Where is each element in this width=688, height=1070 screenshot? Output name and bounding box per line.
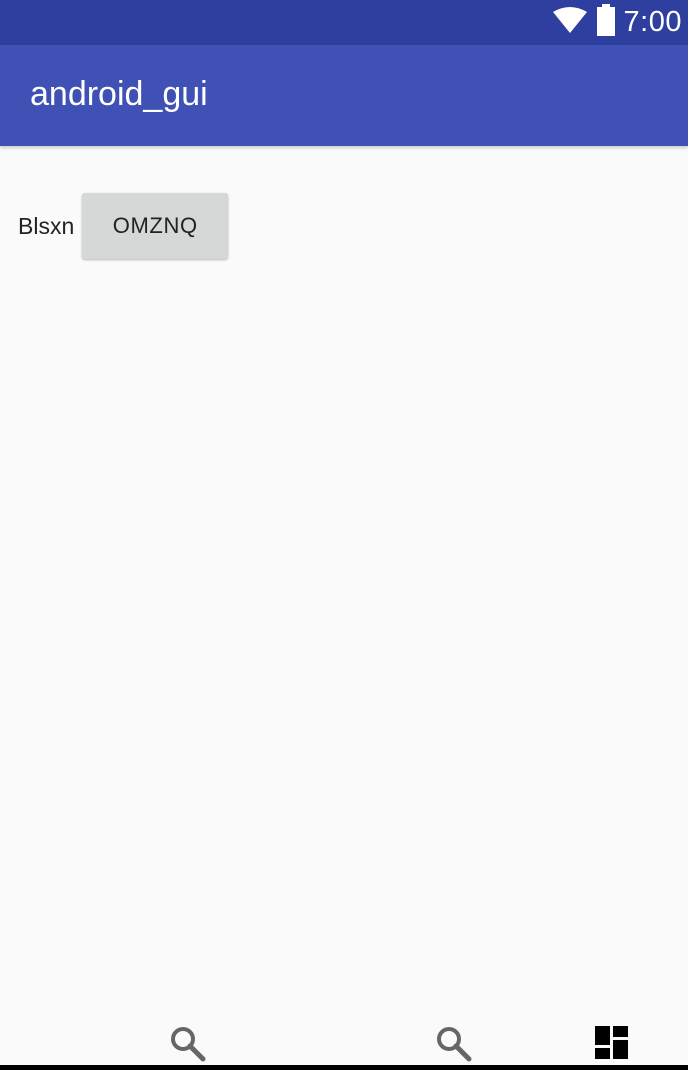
app-screen: 7:00 android_gui Blsxn OMZNQ (0, 0, 688, 1070)
status-icons: 7:00 (552, 0, 682, 45)
app-title: android_gui (30, 75, 208, 113)
dashboard-icon[interactable] (595, 1026, 629, 1065)
status-bar: 7:00 (0, 0, 688, 45)
search-icon[interactable] (436, 1026, 472, 1067)
wifi-icon (552, 6, 588, 39)
row-label: Blsxn (18, 212, 75, 239)
status-time: 7:00 (623, 6, 682, 38)
battery-icon (596, 4, 616, 41)
search-icon[interactable] (170, 1026, 206, 1067)
content-row: Blsxn OMZNQ (18, 193, 229, 259)
bottom-edge (0, 1065, 688, 1070)
bottom-bar (0, 1016, 688, 1070)
omznq-button[interactable]: OMZNQ (82, 193, 229, 259)
app-bar: android_gui (0, 45, 688, 146)
